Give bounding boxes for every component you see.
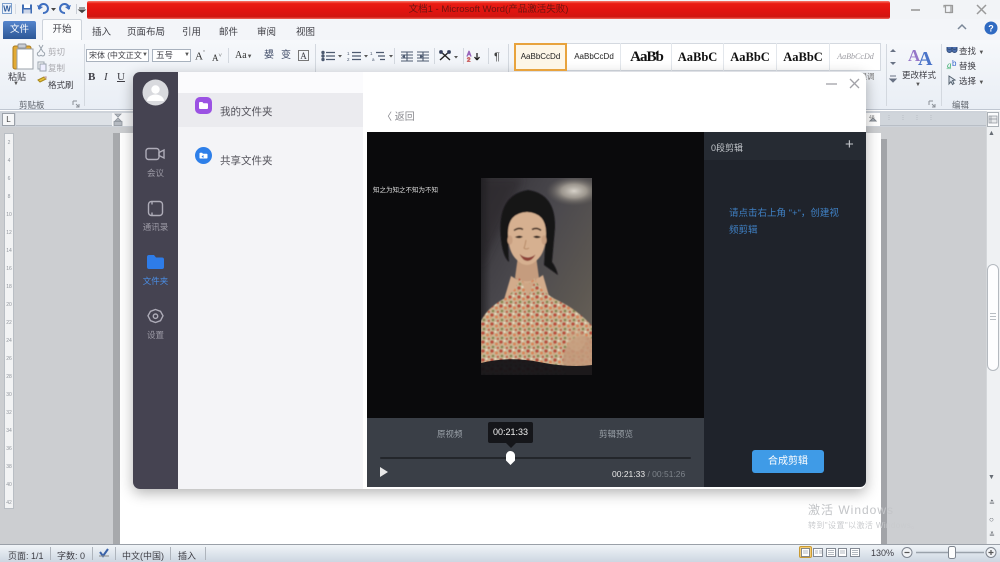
- svg-text:1: 1: [347, 51, 350, 56]
- svg-text:a: a: [372, 57, 375, 62]
- svg-text:1: 1: [370, 51, 373, 56]
- svg-text:b: b: [952, 59, 957, 68]
- svg-text:2: 2: [467, 58, 471, 62]
- svg-text:2: 2: [347, 57, 350, 62]
- svg-text:¶: ¶: [494, 51, 500, 62]
- svg-text:A: A: [918, 48, 933, 67]
- svg-text:?: ?: [988, 24, 994, 34]
- svg-text:48: 48: [869, 115, 875, 121]
- svg-text:W: W: [3, 5, 11, 14]
